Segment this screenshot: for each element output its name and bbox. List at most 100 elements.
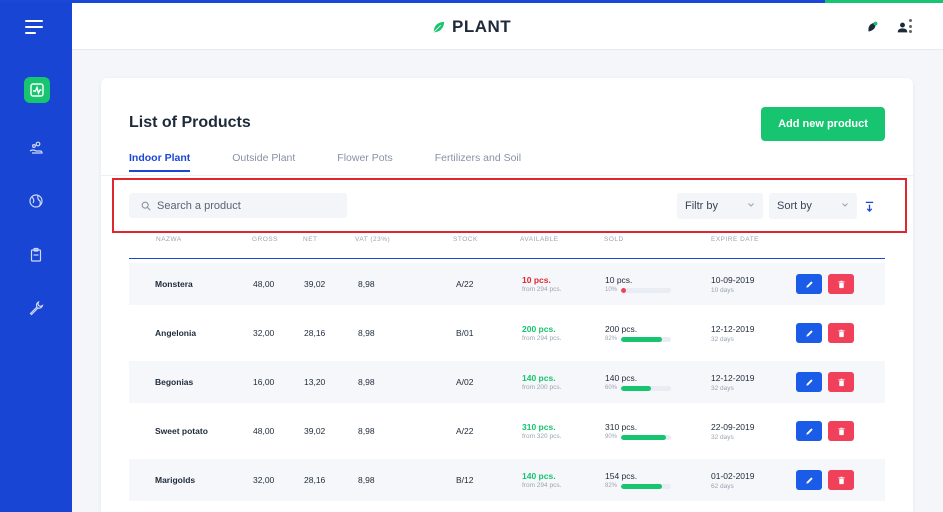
available-count: 200 pcs. [522, 324, 556, 334]
expire-date: 01-02-2019 [711, 470, 755, 481]
page-title: List of Products [129, 114, 251, 131]
tab-fertilizers-soil[interactable]: Fertilizers and Soil [435, 152, 521, 172]
sold-cell: 10 pcs. 10% [605, 263, 671, 305]
sidebar-item-orders[interactable] [22, 241, 50, 269]
vat-amount: 8,98 [358, 426, 375, 436]
product-name: Sweet potato [155, 426, 208, 436]
search-input[interactable] [157, 199, 337, 212]
product-name: Monstera [155, 279, 193, 289]
pencil-icon [805, 476, 813, 484]
gross-price: 48,00 [253, 279, 275, 289]
sold-percent: 10% [605, 287, 618, 293]
gross-price: 32,00 [253, 475, 275, 485]
filter-dropdown[interactable]: Filtr by [677, 193, 763, 219]
leaf-icon [433, 21, 445, 33]
table-row[interactable]: Angelonia 32,00 28,16 8,98 B/01 200 pcs.… [129, 312, 885, 354]
delete-button[interactable] [828, 470, 854, 490]
sort-dropdown[interactable]: Sort by [769, 193, 857, 219]
row-actions [796, 361, 854, 403]
table-row[interactable]: Monstera 48,00 39,02 8,98 A/22 10 pcs. f… [129, 263, 885, 305]
available-from: from 294 pcs. [522, 335, 562, 342]
column-header[interactable]: VAT (23%) [355, 236, 390, 243]
search-box [129, 193, 347, 218]
tab-outside-plant[interactable]: Outside Plant [232, 152, 295, 172]
sort-direction-icon[interactable] [859, 195, 879, 217]
vat-amount: 8,98 [358, 328, 375, 338]
column-header[interactable]: SOLD [604, 236, 624, 243]
available-count: 140 pcs. [522, 373, 556, 383]
tabs-divider [101, 175, 913, 176]
notification-leaf-icon[interactable] [863, 18, 881, 36]
row-actions [796, 459, 854, 501]
plant-hand-icon [29, 141, 43, 154]
tab-indoor-plant[interactable]: Indoor Plant [129, 152, 191, 172]
app-logo[interactable]: PLANT [432, 17, 511, 37]
table-row[interactable]: Begonias 16,00 13,20 8,98 A/02 140 pcs. … [129, 361, 885, 403]
vat-amount: 8,98 [358, 279, 375, 289]
vat-amount: 8,98 [358, 377, 375, 387]
trash-icon [837, 427, 845, 435]
available-cell: 140 pcs. from 294 pcs. [522, 459, 561, 501]
sold-progress-fill [621, 336, 662, 342]
delete-button[interactable] [828, 421, 854, 441]
expire-days: 32 days [711, 335, 734, 343]
tab-flower-pots[interactable]: Flower Pots [337, 152, 392, 172]
sold-progress-track [621, 287, 671, 293]
column-header[interactable]: NAZWA [156, 236, 182, 243]
sidebar-item-dashboard[interactable] [24, 77, 50, 103]
column-header[interactable]: NET [303, 236, 318, 243]
available-cell: 310 pcs. from 320 pcs. [522, 410, 561, 452]
globe-icon [29, 194, 43, 208]
clipboard-icon [30, 247, 42, 262]
delete-button[interactable] [828, 323, 854, 343]
sidebar-item-globe[interactable] [22, 187, 50, 215]
sold-percent: 82% [605, 483, 618, 489]
sold-progress-track [621, 385, 671, 391]
column-header[interactable]: EXPIRE DATE [711, 236, 759, 243]
table-row[interactable]: Marigolds 32,00 28,16 8,98 B/12 140 pcs.… [129, 459, 885, 501]
table-row[interactable]: Sweet potato 48,00 39,02 8,98 A/22 310 p… [129, 410, 885, 452]
stock-code: B/01 [456, 328, 474, 338]
table-header-divider [129, 258, 885, 259]
stock-code: A/22 [456, 426, 474, 436]
sold-progress-fill [621, 434, 666, 440]
trash-icon [837, 378, 845, 386]
sold-count: 310 pcs. [605, 422, 638, 432]
sidebar-item-settings[interactable] [22, 294, 50, 322]
delete-button[interactable] [828, 274, 854, 294]
expire-date: 22-09-2019 [711, 421, 755, 432]
sold-progress-track [621, 483, 671, 489]
table-header: NAZWA GROSS NET VAT (23%) STOCK AVAILABL… [101, 236, 913, 258]
delete-button[interactable] [828, 372, 854, 392]
column-header[interactable]: GROSS [252, 236, 278, 243]
expire-cell: 22-09-2019 32 days [711, 410, 754, 452]
sold-count: 200 pcs. [605, 324, 638, 334]
activity-chart-icon [30, 83, 44, 97]
header-actions [863, 18, 911, 36]
top-accent-bar [0, 0, 943, 3]
net-price: 28,16 [304, 328, 326, 338]
edit-button[interactable] [796, 470, 822, 490]
vat-amount: 8,98 [358, 475, 375, 485]
more-vertical-icon[interactable] [909, 19, 913, 33]
gross-price: 16,00 [253, 377, 275, 387]
add-product-button[interactable]: Add new product [761, 107, 885, 141]
column-header[interactable]: AVAILABLE [520, 236, 559, 243]
net-price: 28,16 [304, 475, 326, 485]
expire-cell: 10-09-2019 10 days [711, 263, 754, 305]
hamburger-menu-icon[interactable] [25, 20, 47, 36]
sold-count: 140 pcs. [605, 373, 638, 383]
sold-count: 154 pcs. [605, 471, 638, 481]
available-count: 10 pcs. [522, 275, 551, 285]
available-cell: 10 pcs. from 294 pcs. [522, 263, 561, 305]
expire-days: 62 days [711, 482, 734, 490]
edit-button[interactable] [796, 274, 822, 294]
category-tabs: Indoor Plant Outside Plant Flower Pots F… [129, 152, 563, 172]
edit-button[interactable] [796, 421, 822, 441]
edit-button[interactable] [796, 323, 822, 343]
top-accent-green [825, 0, 943, 3]
edit-button[interactable] [796, 372, 822, 392]
sidebar-item-plants[interactable] [22, 134, 50, 162]
column-header[interactable]: STOCK [453, 236, 478, 243]
available-count: 310 pcs. [522, 422, 556, 432]
